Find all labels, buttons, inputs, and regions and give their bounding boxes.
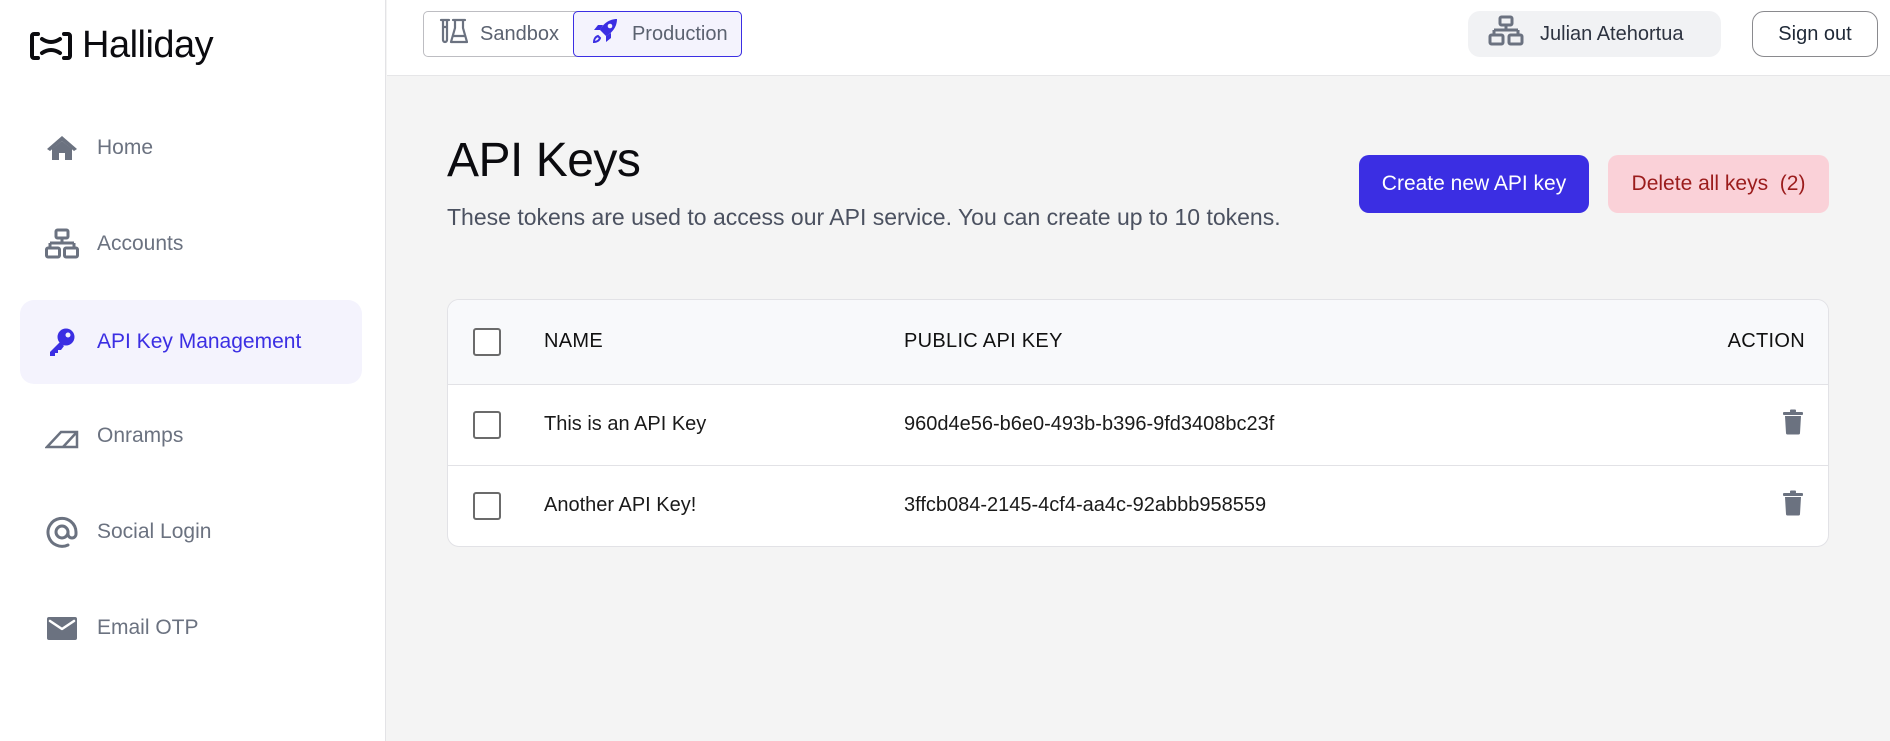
sidebar-item-accounts[interactable]: Accounts bbox=[20, 202, 362, 286]
column-header-public-api-key: PUBLIC API KEY bbox=[904, 330, 1063, 352]
public-api-key: 960d4e56-b6e0-493b-b396-9fd3408bc23f bbox=[904, 413, 1275, 435]
api-keys-table: NAME PUBLIC API KEY ACTION This is an AP… bbox=[447, 299, 1829, 547]
key-name: Another API Key! bbox=[544, 494, 697, 516]
at-icon bbox=[44, 514, 80, 550]
rocket-icon bbox=[590, 16, 620, 52]
ramp-icon bbox=[44, 418, 80, 454]
sidebar-item-label: Home bbox=[97, 136, 154, 159]
column-header-action: ACTION bbox=[1727, 330, 1805, 352]
key-icon bbox=[44, 324, 80, 360]
page-title: API Keys bbox=[447, 134, 641, 187]
sidebar-item-email-otp[interactable]: Email OTP bbox=[20, 586, 362, 670]
user-menu[interactable]: Julian Atehortua bbox=[1468, 11, 1721, 57]
network-icon bbox=[44, 226, 80, 262]
trash-icon[interactable] bbox=[1782, 409, 1804, 435]
home-icon bbox=[44, 130, 80, 166]
column-header-name: NAME bbox=[544, 330, 603, 352]
sidebar-item-label: Accounts bbox=[97, 232, 184, 255]
halliday-logo-icon bbox=[30, 31, 72, 60]
brand-name: Halliday bbox=[82, 24, 214, 66]
sign-out-button[interactable]: Sign out bbox=[1752, 11, 1878, 57]
sidebar-item-label: Onramps bbox=[97, 424, 184, 447]
select-all-checkbox[interactable] bbox=[473, 328, 501, 356]
sidebar-item-label: Social Login bbox=[97, 520, 212, 543]
flask-icon bbox=[438, 16, 469, 52]
sidebar: Halliday Home Accounts API Key Managemen… bbox=[0, 0, 386, 741]
sidebar-item-label: Email OTP bbox=[97, 616, 199, 639]
env-production-label: Production bbox=[631, 22, 728, 45]
logo[interactable]: Halliday bbox=[30, 24, 214, 67]
sidebar-item-api-key-management[interactable]: API Key Management bbox=[20, 300, 362, 384]
table-header: NAME PUBLIC API KEY ACTION bbox=[448, 300, 1828, 385]
env-sandbox-button[interactable]: Sandbox bbox=[424, 12, 573, 56]
table-row: Another API Key! 3ffcb084-2145-4cf4-aa4c… bbox=[448, 466, 1828, 546]
public-api-key: 3ffcb084-2145-4cf4-aa4c-92abbb958559 bbox=[904, 494, 1267, 516]
table-row: This is an API Key 960d4e56-b6e0-493b-b3… bbox=[448, 385, 1828, 466]
delete-all-keys-button[interactable]: Delete all keys (2) bbox=[1608, 155, 1829, 213]
network-icon bbox=[1488, 15, 1524, 53]
user-name: Julian Atehortua bbox=[1540, 22, 1684, 45]
top-header: Sandbox Production Julian Atehortua Sign… bbox=[387, 0, 1890, 76]
sidebar-item-social-login[interactable]: Social Login bbox=[20, 490, 362, 574]
env-sandbox-label: Sandbox bbox=[480, 22, 559, 45]
env-production-button[interactable]: Production bbox=[572, 11, 742, 57]
sidebar-item-label: API Key Management bbox=[97, 330, 302, 353]
environment-toggle: Sandbox Production bbox=[423, 11, 742, 57]
row-checkbox[interactable] bbox=[473, 492, 501, 520]
create-api-key-button[interactable]: Create new API key bbox=[1359, 155, 1589, 213]
sidebar-item-home[interactable]: Home bbox=[20, 106, 362, 190]
key-name: This is an API Key bbox=[544, 413, 707, 435]
page-subtitle: These tokens are used to access our API … bbox=[447, 204, 1281, 230]
sidebar-item-onramps[interactable]: Onramps bbox=[20, 394, 362, 478]
mail-icon bbox=[44, 610, 80, 646]
row-checkbox[interactable] bbox=[473, 411, 501, 439]
trash-icon[interactable] bbox=[1782, 490, 1804, 516]
